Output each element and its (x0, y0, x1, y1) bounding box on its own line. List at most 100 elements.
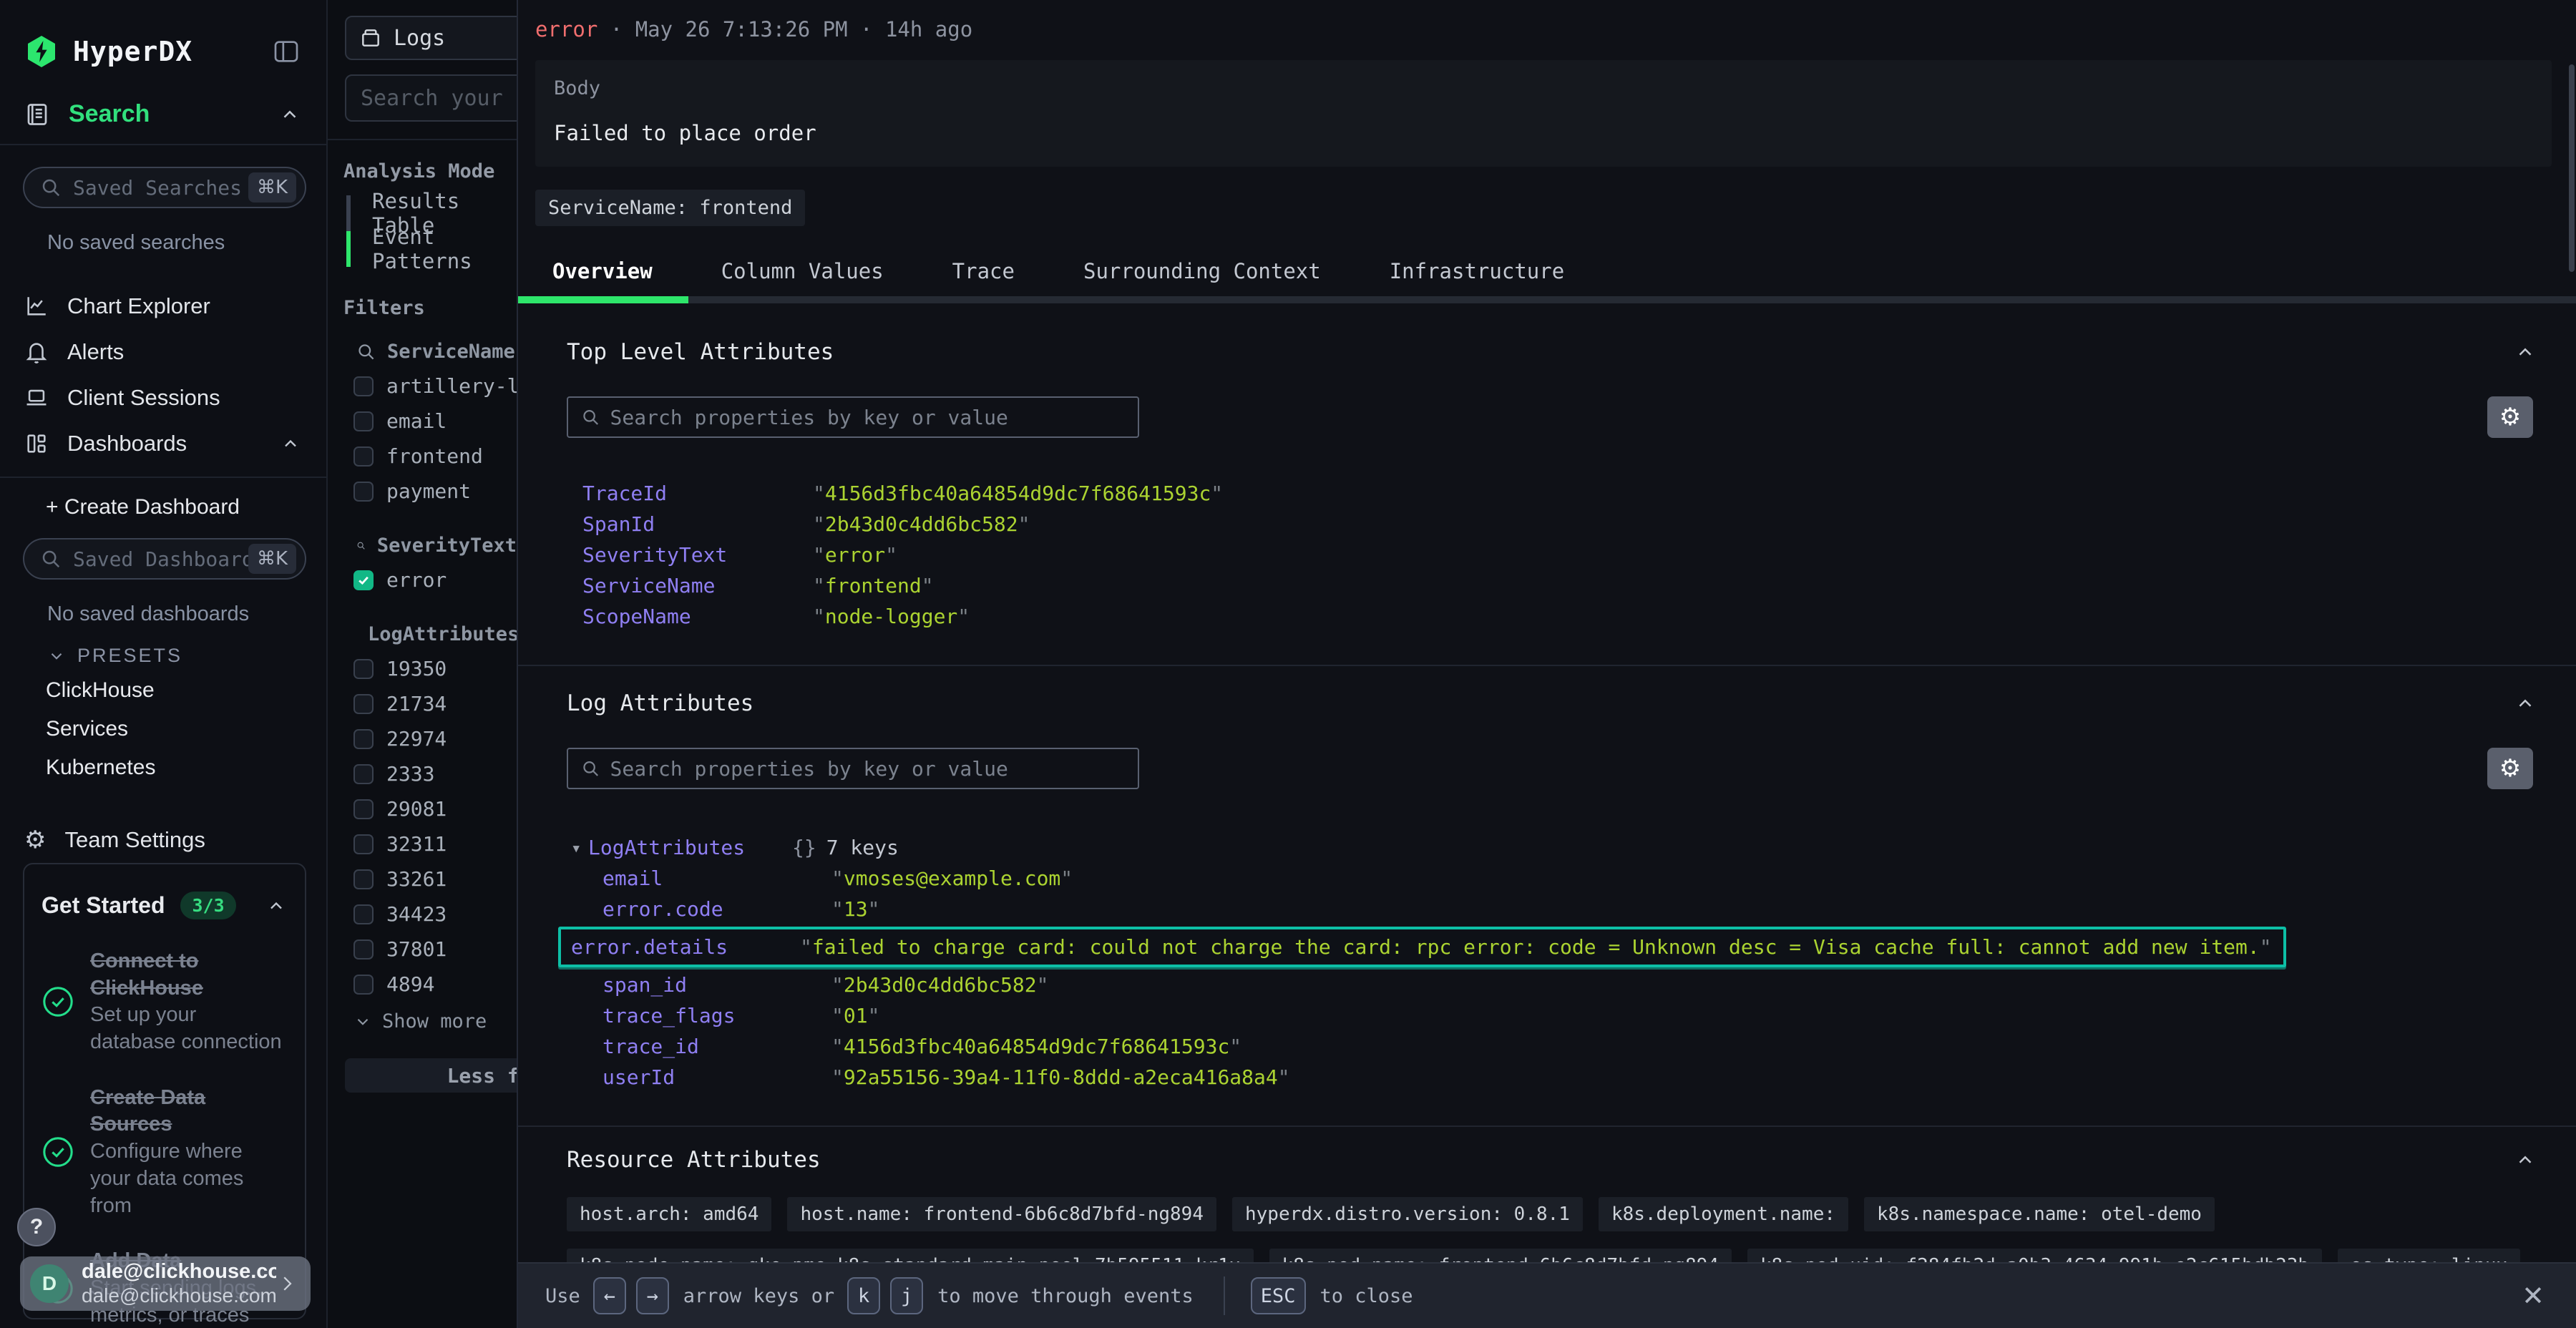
attr-key[interactable]: ServiceName (582, 574, 813, 597)
tab-trace[interactable]: Trace (952, 259, 1015, 283)
team-settings-button[interactable]: ⚙ Team Settings (24, 826, 326, 854)
checkbox[interactable] (353, 659, 374, 679)
service-name-chip[interactable]: ServiceName: frontend (535, 190, 805, 226)
checkbox-checked[interactable] (353, 570, 374, 590)
attr-value[interactable]: vmoses@example.com (831, 866, 1073, 890)
filter-option[interactable]: 29081 (353, 797, 517, 821)
properties-search-input[interactable] (567, 748, 1139, 789)
preset-clickhouse[interactable]: ClickHouse (0, 671, 326, 710)
checkbox[interactable] (353, 411, 374, 431)
resource-chip[interactable]: k8s.deployment.name: (1599, 1197, 1848, 1231)
sidebar-item-alerts[interactable]: Alerts (0, 329, 326, 375)
checkbox[interactable] (353, 694, 374, 714)
get-started-header[interactable]: Get Started 3/3 (42, 892, 286, 919)
events-search-field[interactable] (361, 86, 518, 111)
checkbox[interactable] (353, 939, 374, 960)
collapse-sidebar-icon[interactable] (272, 37, 301, 66)
attr-key[interactable]: email (602, 866, 831, 890)
attr-key[interactable]: error.code (602, 897, 831, 921)
gear-icon[interactable]: ⚙ (2487, 396, 2533, 438)
filter-option[interactable]: 32311 (353, 832, 517, 856)
saved-searches-input[interactable]: ⌘K (23, 167, 306, 208)
saved-dashboards-input[interactable]: ⌘K (23, 538, 306, 580)
checkbox[interactable] (353, 869, 374, 889)
attr-value[interactable]: frontend (813, 574, 934, 597)
tab-column-values[interactable]: Column Values (721, 259, 884, 283)
checkbox[interactable] (353, 904, 374, 924)
tab-surrounding-context[interactable]: Surrounding Context (1083, 259, 1321, 283)
less-filters-button[interactable]: Less fil (345, 1058, 518, 1093)
attr-value[interactable]: 2b43d0c4dd6bc582 (831, 973, 1048, 997)
attr-value[interactable]: 13 (831, 897, 879, 921)
attr-value[interactable]: 01 (831, 1004, 879, 1027)
filter-option[interactable]: email (353, 409, 517, 433)
filter-option[interactable]: 4894 (353, 972, 517, 996)
checkbox[interactable] (353, 376, 374, 396)
sidebar-section-search[interactable]: Search (0, 69, 326, 144)
checkbox[interactable] (353, 834, 374, 854)
checkbox[interactable] (353, 446, 374, 467)
attr-value[interactable]: failed to charge card: could not charge … (800, 935, 2272, 959)
show-more-button[interactable]: Show more (353, 1010, 517, 1032)
checkbox[interactable] (353, 799, 374, 819)
mode-event-patterns[interactable]: Event Patterns (346, 231, 517, 267)
attr-value[interactable]: error (813, 543, 897, 567)
attr-key[interactable]: userId (602, 1065, 831, 1089)
get-started-step[interactable]: Create Data Sources Configure where your… (42, 1085, 286, 1219)
attr-key[interactable]: error.details (571, 935, 800, 959)
help-button[interactable]: ? (17, 1208, 56, 1246)
attr-key[interactable]: trace_id (602, 1035, 831, 1058)
scrollbar-thumb[interactable] (2569, 64, 2575, 272)
saved-dashboards-field[interactable] (73, 547, 248, 571)
sidebar-item-dashboards[interactable]: Dashboards (0, 421, 326, 467)
sidebar-item-chart-explorer[interactable]: Chart Explorer (0, 283, 326, 329)
checkbox[interactable] (353, 975, 374, 995)
tab-overview[interactable]: Overview (552, 259, 653, 283)
user-menu[interactable]: D dale@clickhouse.com dale@clickhouse.co… (20, 1256, 311, 1311)
attr-key[interactable]: LogAttributes (588, 836, 792, 859)
checkbox[interactable] (353, 764, 374, 784)
preset-services[interactable]: Services (0, 710, 326, 748)
gear-icon[interactable]: ⚙ (2487, 748, 2533, 789)
saved-searches-field[interactable] (73, 176, 248, 200)
attr-key[interactable]: span_id (602, 973, 831, 997)
attr-key[interactable]: SpanId (582, 512, 813, 536)
source-select[interactable]: Logs (345, 16, 518, 60)
events-search-input[interactable] (345, 74, 518, 122)
filter-option[interactable]: artillery-loa (353, 374, 517, 398)
attr-value[interactable]: node-logger (813, 605, 970, 628)
collapse-section-icon[interactable] (2514, 1149, 2536, 1171)
filter-option[interactable]: 37801 (353, 937, 517, 961)
tab-infrastructure[interactable]: Infrastructure (1390, 259, 1564, 283)
attr-key[interactable]: trace_flags (602, 1004, 831, 1027)
close-icon[interactable]: ✕ (2522, 1280, 2545, 1312)
attr-key[interactable]: TraceId (582, 482, 813, 505)
collapse-node-icon[interactable]: ▾ (571, 838, 588, 858)
filter-option[interactable]: frontend (353, 444, 517, 468)
get-started-step[interactable]: Connect to ClickHouse Set up your databa… (42, 948, 286, 1056)
filter-option[interactable]: 34423 (353, 902, 517, 926)
collapse-section-icon[interactable] (2514, 341, 2536, 363)
attr-value[interactable]: 2b43d0c4dd6bc582 (813, 512, 1030, 536)
sidebar-item-client-sessions[interactable]: Client Sessions (0, 375, 326, 421)
properties-search-input[interactable] (567, 396, 1139, 438)
resource-chip[interactable]: hyperdx.distro.version: 0.8.1 (1232, 1197, 1583, 1231)
filter-option[interactable]: 21734 (353, 692, 517, 716)
filter-option[interactable]: error (353, 568, 517, 592)
attr-value[interactable]: 92a55156-39a4-11f0-8ddd-a2eca416a8a4 (831, 1065, 1290, 1089)
collapse-section-icon[interactable] (2514, 693, 2536, 714)
checkbox[interactable] (353, 729, 374, 749)
attr-value[interactable]: 4156d3fbc40a64854d9dc7f68641593c (813, 482, 1223, 505)
checkbox[interactable] (353, 482, 374, 502)
filter-group-logattributes[interactable]: LogAttributes (356, 623, 517, 645)
filter-option[interactable]: 19350 (353, 657, 517, 680)
filter-option[interactable]: 2333 (353, 762, 517, 786)
resource-chip[interactable]: host.arch: amd64 (567, 1197, 771, 1231)
attr-key[interactable]: ScopeName (582, 605, 813, 628)
create-dashboard-button[interactable]: + Create Dashboard (0, 488, 326, 527)
filter-option[interactable]: 22974 (353, 727, 517, 751)
resource-chip[interactable]: k8s.namespace.name: otel-demo (1864, 1197, 2215, 1231)
presets-toggle[interactable]: PRESETS (47, 645, 326, 667)
filter-group-severitytext[interactable]: SeverityText (356, 534, 517, 557)
filter-option[interactable]: 33261 (353, 867, 517, 891)
